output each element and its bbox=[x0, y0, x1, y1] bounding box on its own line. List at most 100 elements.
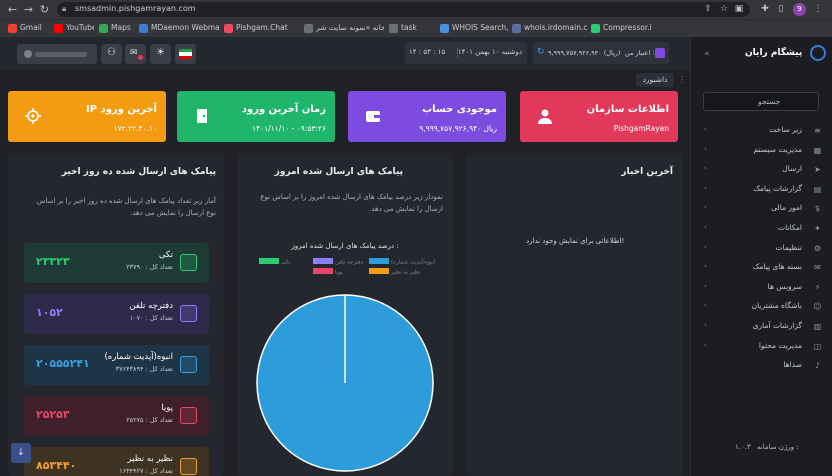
sms-type-card[interactable]: انبوه(آپدیت شماره) تعداد کل : ۳۷۶۴۳۸۹۴ ۲۰۵… bbox=[24, 345, 209, 385]
bookmark-item[interactable]: Maps bbox=[99, 22, 131, 34]
sms-type-icon bbox=[180, 254, 197, 271]
sms-type-name: نظیر به نظیر bbox=[127, 454, 173, 464]
reload-icon[interactable]: ↻ bbox=[38, 3, 51, 16]
breadcrumb[interactable]: داشبورد bbox=[636, 73, 674, 87]
sms-type-card[interactable]: نظیر به نظیر تعداد کل : ۱۶۳۴۴۲۷ ۸۵۳۴۴۰ bbox=[24, 447, 209, 476]
user-menu-button[interactable] bbox=[17, 44, 97, 64]
user-icon bbox=[537, 108, 553, 124]
sidebar-item[interactable]: ➤ ارسال ‹ bbox=[691, 160, 832, 179]
features-icon: ✦ bbox=[814, 224, 821, 233]
network-button[interactable]: ⚇ bbox=[101, 44, 122, 64]
menu-kebab-icon[interactable]: ⋮ bbox=[812, 3, 824, 15]
summary-card[interactable]: زمان آخرین ورود ۱۴۰۱/۱۱/۱۰ - ۰۹:۵۳:۲۶ bbox=[177, 91, 335, 142]
sms-type-name: پویا bbox=[161, 403, 173, 413]
sidebar-item[interactable]: ≡ زیر ساخت ‹ bbox=[691, 121, 832, 140]
messages-button[interactable]: ✉ bbox=[125, 44, 146, 64]
summary-card[interactable]: اطلاعات سازمان PishgamRayan bbox=[520, 91, 678, 142]
card-value: ۱۴۰۱/۱۱/۱۰ - ۰۹:۵۳:۲۶ bbox=[252, 124, 326, 133]
sms-type-card[interactable]: پویا تعداد کل : ۲۵۲۷۵ ۲۵۲۵۳ bbox=[24, 396, 209, 436]
url-text: smsadmin.pishgamrayan.com bbox=[75, 4, 196, 13]
user-name-blurred bbox=[35, 52, 87, 57]
search-input[interactable]: جستجو bbox=[703, 92, 819, 111]
share-icon[interactable]: ⇪ bbox=[702, 3, 714, 15]
sidebar-item[interactable]: ▤ گزارشات پیامک ‹ bbox=[691, 180, 832, 199]
collapse-sidebar-icon[interactable]: « bbox=[704, 49, 710, 59]
forward-icon[interactable]: → bbox=[22, 3, 35, 16]
screenshot-icon[interactable]: ▣ bbox=[733, 3, 745, 15]
legend-label: دفترچه تلفن bbox=[335, 260, 364, 266]
chevron-left-icon: ‹ bbox=[704, 164, 707, 173]
sms-type-card[interactable]: تکی تعداد کل : ۲۳۷۹۰ ۲۳۳۲۳ bbox=[24, 243, 209, 283]
notification-dot bbox=[138, 55, 143, 60]
theme-button[interactable]: ☀ bbox=[150, 44, 171, 64]
bookmark-label: Maps bbox=[111, 23, 131, 32]
clock-text: ۱۴ : ۵۳ : ۱۵ bbox=[409, 48, 446, 56]
back-icon[interactable]: ← bbox=[6, 3, 19, 16]
wallet-icon bbox=[655, 48, 665, 58]
sms-type-count: ۸۵۳۴۴۰ bbox=[36, 459, 77, 472]
sms-type-total: تعداد کل : ۲۵۲۷۵ bbox=[126, 416, 173, 424]
sidebar-item[interactable]: ♪ صداها bbox=[691, 356, 832, 375]
today-title: پیامک های ارسال شده امروز bbox=[274, 167, 403, 177]
bookmark-item[interactable]: Pishgam.Chat bbox=[224, 22, 288, 34]
sms-type-count: ۲۰۵۵۵۲۴۱ bbox=[36, 357, 90, 370]
sidebar-item[interactable]: ◫ مدیریت محتوا ‹ bbox=[691, 337, 832, 356]
chevron-left-icon: ‹ bbox=[704, 203, 707, 212]
scroll-down-icon[interactable]: ↓ bbox=[11, 443, 31, 463]
address-bar[interactable]: 🔒︎ smsadmin.pishgamrayan.com bbox=[57, 2, 750, 17]
legend-label: انبوه(آپدیت شماره) bbox=[391, 259, 436, 266]
sidebar-item[interactable]: ☺ باشگاه مشتریان ‹ bbox=[691, 297, 832, 316]
settings-icon: ⚙ bbox=[813, 243, 822, 253]
legend-label: نظیر به نظیر bbox=[390, 270, 421, 276]
bookmark-item[interactable]: Compressor.io bbox=[591, 22, 651, 34]
bookmark-item[interactable]: task bbox=[389, 22, 417, 34]
sidebar-item[interactable]: ⚡ سرویس ها ‹ bbox=[691, 278, 832, 297]
sms-type-count: ۲۵۲۵۳ bbox=[36, 408, 70, 421]
bookmark-item[interactable]: WHOIS Search, Do... bbox=[440, 22, 508, 34]
credit-value: ۹,۹۹۹,۷۵۷,۹۲۶,۹۴۰ (ریال) bbox=[548, 49, 621, 57]
datetime-box: ۱۴ : ۵۳ : ۱۵ دوشنبه ۱۰ بهمن ۱۴۰۱ bbox=[405, 42, 527, 64]
bookmark-item[interactable]: YouTube bbox=[54, 22, 94, 34]
profile-avatar[interactable]: 9 bbox=[793, 3, 806, 16]
sidebar-item-label: ارسال bbox=[782, 164, 802, 174]
chevron-left-icon: ‹ bbox=[704, 125, 707, 133]
legend-swatch bbox=[259, 258, 279, 264]
extensions-icon[interactable]: ✚ bbox=[759, 3, 771, 15]
sidebar-item[interactable]: ▥ گزارشات آماری ‹ bbox=[691, 317, 832, 336]
sidebar-item[interactable]: ⚙ تنظیمات ‹ bbox=[691, 239, 832, 258]
bookmark-star-icon[interactable]: ☆ bbox=[718, 3, 730, 15]
more-icon[interactable]: ⋮ bbox=[678, 75, 686, 84]
bookmark-label: خانه «نمونه سایت شر... bbox=[316, 23, 384, 32]
chevron-left-icon: ‹ bbox=[704, 281, 707, 290]
summary-card[interactable]: موجودی حساب ۹,۹۹۹,۷۵۷,۹۲۶,۹۴۰ ریال bbox=[348, 91, 506, 142]
today-chart-panel: پیامک های ارسال شده امروز نمودار زیر درص… bbox=[237, 153, 453, 476]
browser-toolbar: ← → ↻ 🔒︎ smsadmin.pishgamrayan.com ⇪ ☆ ▣… bbox=[0, 0, 832, 19]
wallet-icon bbox=[365, 108, 381, 124]
sidebar-item-label: سرویس ها bbox=[767, 281, 802, 291]
sms-type-name: دفترچه تلفن bbox=[129, 301, 173, 311]
sms-type-card[interactable]: دفترچه تلفن تعداد کل : ۱۰۷۰ ۱۰۵۲ bbox=[24, 294, 209, 334]
bookmark-item[interactable]: Gmail bbox=[8, 22, 42, 34]
news-panel: آخرین اخبار اطلاعاتی برای نمایش وجود ندا… bbox=[466, 153, 683, 476]
sms-type-icon bbox=[180, 356, 197, 373]
card-title: موجودی حساب bbox=[422, 104, 497, 115]
chevron-left-icon: ‹ bbox=[704, 340, 707, 349]
card-value: PishgamRayan bbox=[613, 124, 669, 133]
iran-flag-icon bbox=[179, 49, 192, 59]
sidebar-item[interactable]: ✉ بسته های پیامک ‹ bbox=[691, 258, 832, 277]
bookmark-item[interactable]: MDaemon Webmai... bbox=[139, 22, 219, 34]
sidebar-item[interactable]: ✦ امکانات ‹ bbox=[691, 219, 832, 238]
bookmark-item[interactable]: خانه «نمونه سایت شر... bbox=[304, 22, 384, 34]
sidebar-item[interactable]: $ امور مالی ‹ bbox=[691, 199, 832, 218]
summary-card[interactable]: IP آخرین ورود ۱۷۲.۲۲.۴۰.۱۰ bbox=[8, 91, 166, 142]
sidebar-item[interactable]: ▦ مدیریت سیستم ‹ bbox=[691, 141, 832, 160]
tendays-title: پیامک های ارسال شده ده روز اخیر bbox=[61, 167, 216, 177]
refresh-icon[interactable]: ↻ bbox=[537, 47, 545, 57]
sun-icon: ☀ bbox=[156, 47, 165, 58]
bookmark-favicon-icon bbox=[304, 23, 313, 33]
language-button[interactable] bbox=[175, 44, 196, 64]
sms-type-name: تکی bbox=[158, 250, 173, 260]
credit-label: اعتبار من : bbox=[625, 49, 655, 57]
bookmark-item[interactable]: whois.irdomain.com bbox=[512, 22, 587, 34]
sidepanel-icon[interactable]: ▯ bbox=[775, 3, 787, 15]
